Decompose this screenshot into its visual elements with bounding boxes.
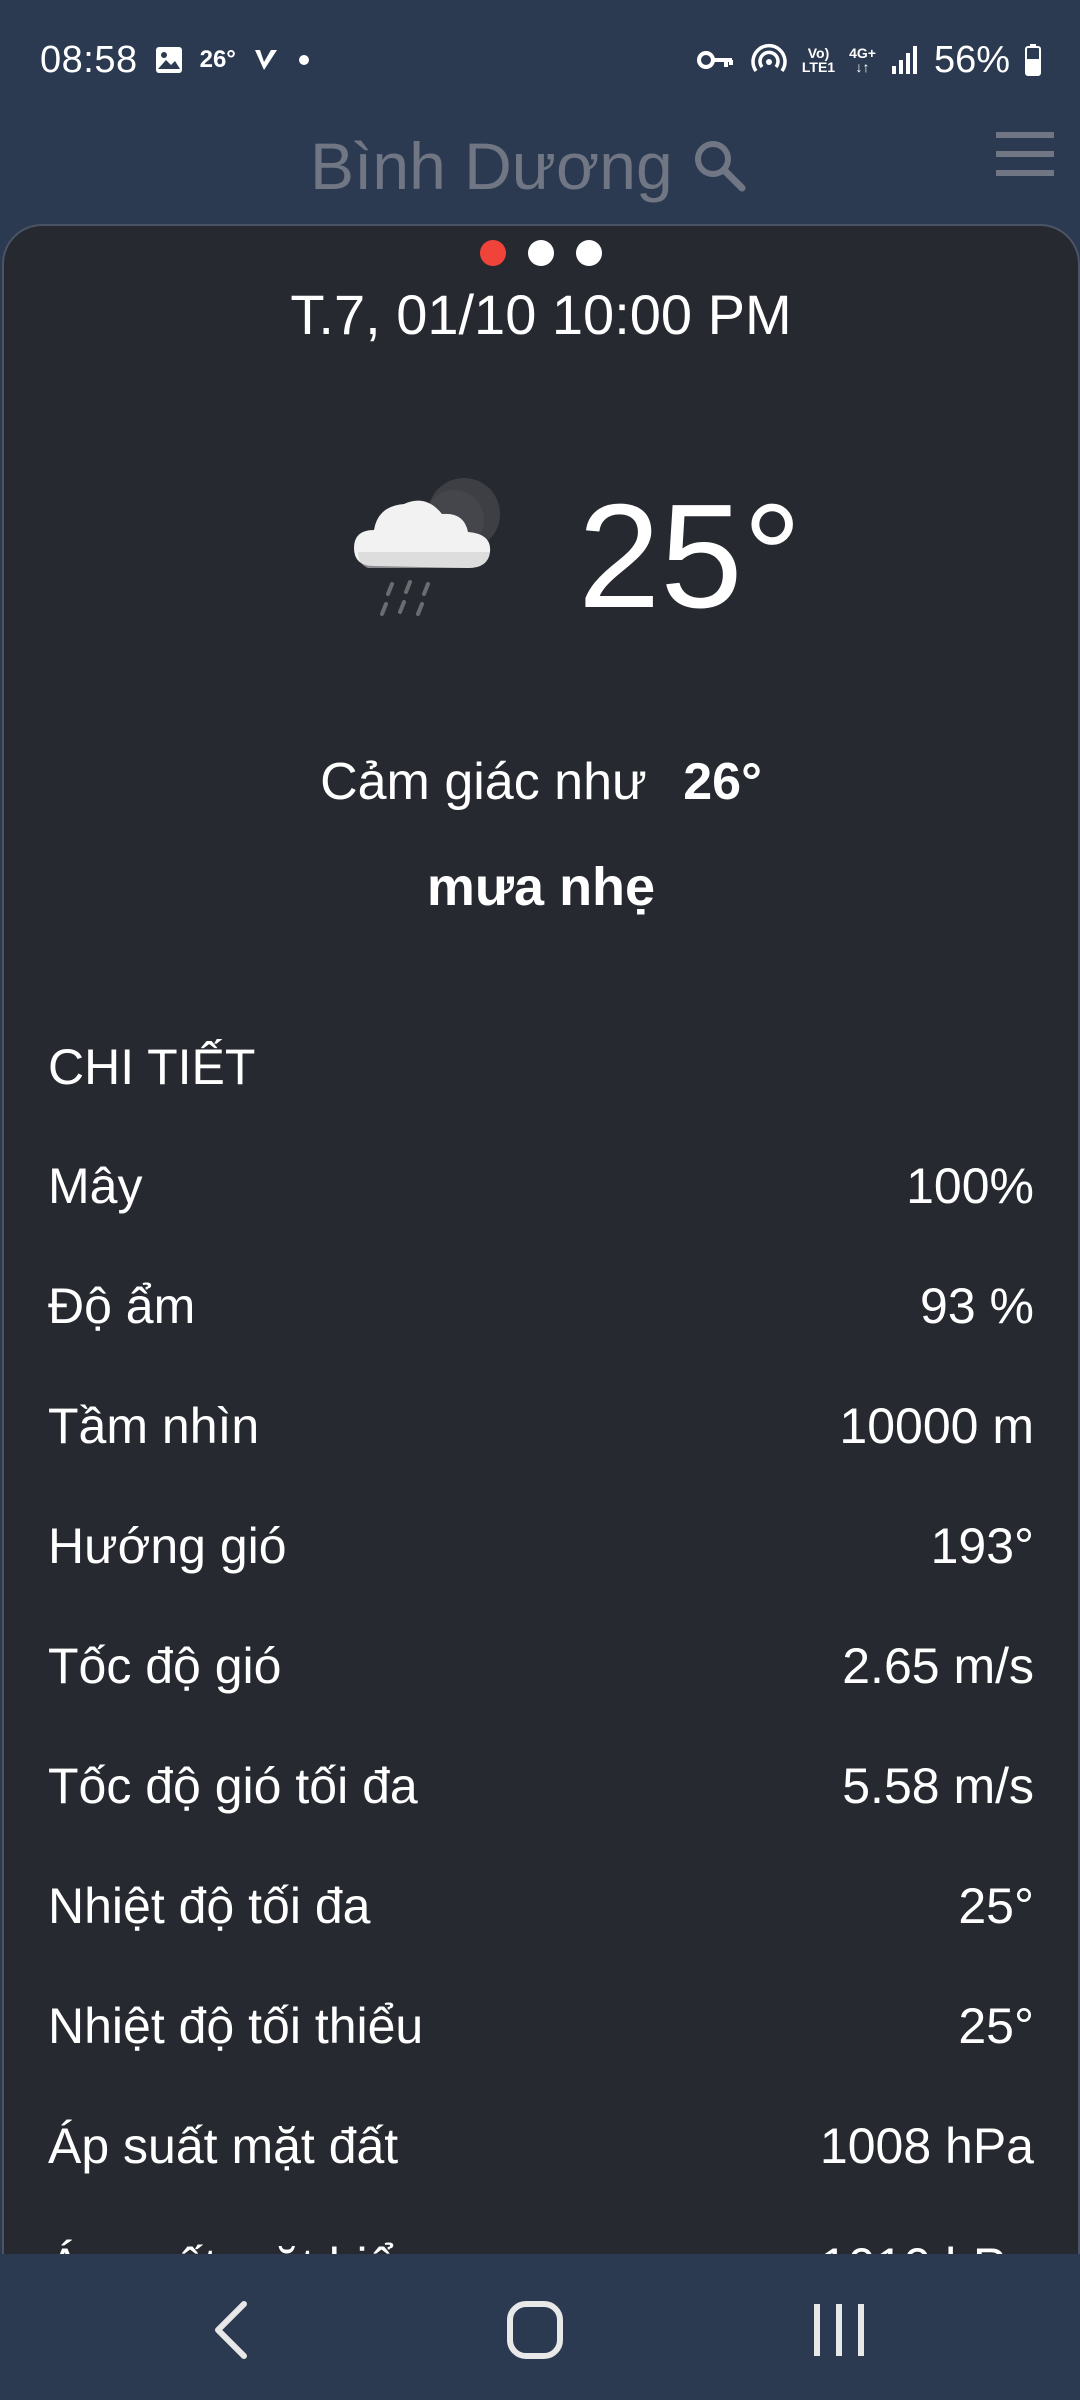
battery-percent: 56% <box>933 38 1010 81</box>
status-time: 08:58 <box>40 38 138 81</box>
detail-row-humidity: Độ ẩm 93 % <box>48 1246 1034 1366</box>
detail-label: Hướng gió <box>48 1518 287 1574</box>
detail-row-wind-gust: Tốc độ gió tối đa 5.58 m/s <box>48 1726 1034 1846</box>
detail-row-temp-max: Nhiệt độ tối đa 25° <box>48 1846 1034 1966</box>
volte-label: Vo) LTE1 <box>802 46 835 74</box>
detail-label: Áp suất mặt đất <box>48 2118 399 2174</box>
volte-bottom: LTE1 <box>801 59 836 75</box>
detail-value: 5.58 m/s <box>842 1758 1034 1814</box>
network-type-label: 4G+ <box>849 45 876 61</box>
detail-label: Nhiệt độ tối đa <box>48 1878 371 1934</box>
search-icon[interactable] <box>688 134 752 198</box>
detail-value: 25° <box>958 1998 1034 2054</box>
detail-row-sea-pressure: Áp suất mặt biển 1010 hPa <box>48 2206 1034 2256</box>
page-dot-1[interactable] <box>480 240 506 266</box>
status-bar: 08:58 26° Vo) LTE1 4G+ ↓↑ 56% <box>0 0 1080 120</box>
weather-description: mưa nhẹ <box>426 857 656 917</box>
network-type: 4G+ ↓↑ <box>849 46 876 74</box>
feels-like-value: 26° <box>683 753 762 811</box>
detail-value: 10000 m <box>839 1398 1034 1454</box>
page-dot-2[interactable] <box>528 240 554 266</box>
detail-row-ground-pressure: Áp suất mặt đất 1008 hPa <box>48 2086 1034 2206</box>
detail-label: Tầm nhìn <box>48 1398 260 1454</box>
status-left: 08:58 26° <box>40 36 312 84</box>
status-right: Vo) LTE1 4G+ ↓↑ 56% <box>696 36 1042 84</box>
back-icon[interactable] <box>188 2290 278 2370</box>
recent-apps-icon[interactable] <box>794 2290 884 2370</box>
detail-label: Tốc độ gió <box>48 1638 282 1694</box>
data-arrows-icon: ↓↑ <box>855 59 870 75</box>
app-header: Bình Dương <box>0 120 1080 220</box>
screen: 08:58 26° Vo) LTE1 4G+ ↓↑ 56% Bình Dương… <box>0 0 1080 2400</box>
page-dot-3[interactable] <box>576 240 602 266</box>
city-title: Bình Dương <box>310 129 673 203</box>
notification-dot-icon <box>298 55 309 65</box>
details-section-title: CHI TIẾT <box>48 1039 256 1095</box>
feels-like-label: Cảm giác như <box>320 753 647 811</box>
home-icon[interactable] <box>490 2290 580 2370</box>
detail-label: Mây <box>48 1158 143 1214</box>
detail-value: 100% <box>906 1158 1034 1214</box>
detail-value: 1008 hPa <box>819 2118 1034 2174</box>
detail-value: 93 % <box>920 1278 1034 1334</box>
battery-icon <box>1025 44 1041 76</box>
detail-label: Độ ẩm <box>48 1278 196 1334</box>
detail-value: 193° <box>930 1518 1034 1574</box>
status-temp: 26° <box>199 46 236 73</box>
navigation-bar <box>0 2254 1080 2400</box>
detail-row-clouds: Mây 100% <box>48 1126 1034 1246</box>
hotspot-icon <box>751 43 787 73</box>
cloud-rain-night-icon <box>354 478 500 616</box>
hamburger-menu-icon[interactable] <box>992 124 1058 184</box>
vpn-key-icon <box>696 51 733 69</box>
v-app-icon <box>254 50 277 70</box>
forecast-datetime: T.7, 01/10 10:00 PM <box>290 283 792 346</box>
feels-like: Cảm giác như 26° <box>4 752 1078 812</box>
detail-row-wind-direction: Hướng gió 193° <box>48 1486 1034 1606</box>
detail-value: 2.65 m/s <box>842 1638 1034 1694</box>
detail-label: Tốc độ gió tối đa <box>48 1758 418 1814</box>
detail-value: 25° <box>958 1878 1034 1934</box>
detail-row-wind-speed: Tốc độ gió 2.65 m/s <box>48 1606 1034 1726</box>
page-indicator <box>4 240 1078 266</box>
weather-card[interactable]: T.7, 01/10 10:00 PM 25° Cảm giác như 26°… <box>2 224 1080 2256</box>
gallery-icon <box>155 47 182 73</box>
signal-icon <box>891 46 917 74</box>
detail-label: Nhiệt độ tối thiểu <box>48 1998 424 2054</box>
detail-row-temp-min: Nhiệt độ tối thiểu 25° <box>48 1966 1034 2086</box>
current-temperature: 25° <box>578 474 802 639</box>
details-list: Mây 100% Độ ẩm 93 % Tầm nhìn 10000 m Hướ… <box>48 1126 1034 2256</box>
detail-row-visibility: Tầm nhìn 10000 m <box>48 1366 1034 1486</box>
volte-top: Vo) <box>807 45 830 61</box>
